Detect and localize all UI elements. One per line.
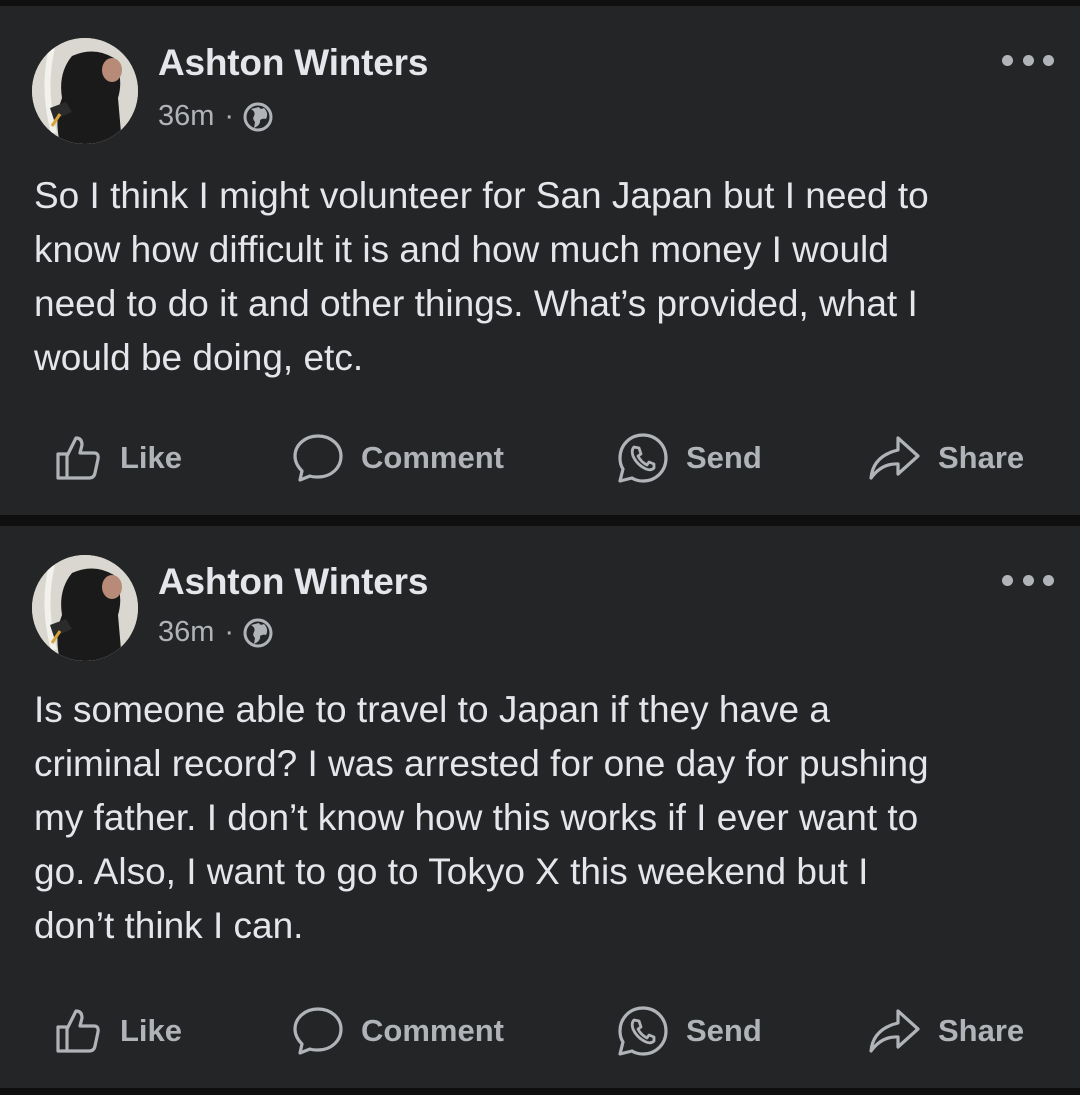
- news-feed: Ashton Winters 36m · So I think I might …: [0, 0, 1080, 1095]
- share-button[interactable]: Share: [866, 1001, 1024, 1061]
- post-text: So I think I might volunteer for San Jap…: [34, 175, 929, 378]
- send-label: Send: [686, 440, 762, 475]
- like-label: Like: [120, 1013, 183, 1048]
- avatar[interactable]: [32, 38, 138, 144]
- comment-bubble-icon: [293, 434, 343, 482]
- more-options-button[interactable]: [1002, 48, 1054, 72]
- share-arrow-icon: [869, 1009, 920, 1053]
- like-button[interactable]: Like: [52, 428, 182, 488]
- more-dot-icon: [1022, 54, 1034, 66]
- post-time[interactable]: 36m: [158, 100, 214, 133]
- thumbs-up-icon: [56, 436, 100, 480]
- avatar-image: [32, 555, 138, 661]
- like-label: Like: [120, 440, 183, 475]
- more-dot-icon: [1043, 574, 1054, 586]
- whatsapp-icon: [618, 433, 668, 483]
- meta-separator: ·: [224, 616, 235, 648]
- comment-label: Comment: [361, 1013, 504, 1048]
- comment-label: Comment: [361, 440, 504, 475]
- post-meta: 36m ·: [158, 616, 274, 649]
- thumbs-up-icon: [56, 1009, 100, 1053]
- send-button[interactable]: Send: [616, 428, 762, 488]
- send-label: Send: [686, 1013, 762, 1048]
- comment-button[interactable]: Comment: [291, 1001, 504, 1061]
- whatsapp-icon: [618, 1006, 668, 1056]
- post-actions: Like Comment Send Share: [0, 1001, 1080, 1061]
- avatar[interactable]: [32, 555, 138, 661]
- like-button[interactable]: Like: [52, 1001, 182, 1061]
- avatar-image: [32, 38, 138, 144]
- more-options-button[interactable]: [1002, 568, 1054, 592]
- comment-bubble-icon: [293, 1007, 343, 1055]
- post-time[interactable]: 36m: [158, 616, 214, 649]
- post-text: Is someone able to travel to Japan if th…: [34, 689, 929, 946]
- author-name[interactable]: Ashton Winters: [158, 561, 428, 603]
- share-arrow-icon: [869, 436, 920, 480]
- post-actions: Like Comment Send Share: [0, 428, 1080, 488]
- post-meta: 36m ·: [158, 100, 274, 133]
- post-card: Ashton Winters 36m · So I think I might …: [0, 6, 1080, 515]
- post-card: Ashton Winters 36m · Is someone able to …: [0, 526, 1080, 1088]
- more-dot-icon: [1002, 54, 1013, 66]
- share-button[interactable]: Share: [866, 428, 1024, 488]
- comment-button[interactable]: Comment: [291, 428, 504, 488]
- author-name[interactable]: Ashton Winters: [158, 42, 428, 84]
- more-dot-icon: [1043, 54, 1054, 66]
- meta-separator: ·: [224, 100, 235, 132]
- more-dot-icon: [1002, 574, 1013, 586]
- globe-icon: [243, 102, 273, 131]
- more-dot-icon: [1022, 574, 1034, 586]
- share-label: Share: [938, 440, 1025, 475]
- send-button[interactable]: Send: [616, 1001, 762, 1061]
- globe-icon: [243, 618, 273, 647]
- share-label: Share: [938, 1013, 1025, 1048]
